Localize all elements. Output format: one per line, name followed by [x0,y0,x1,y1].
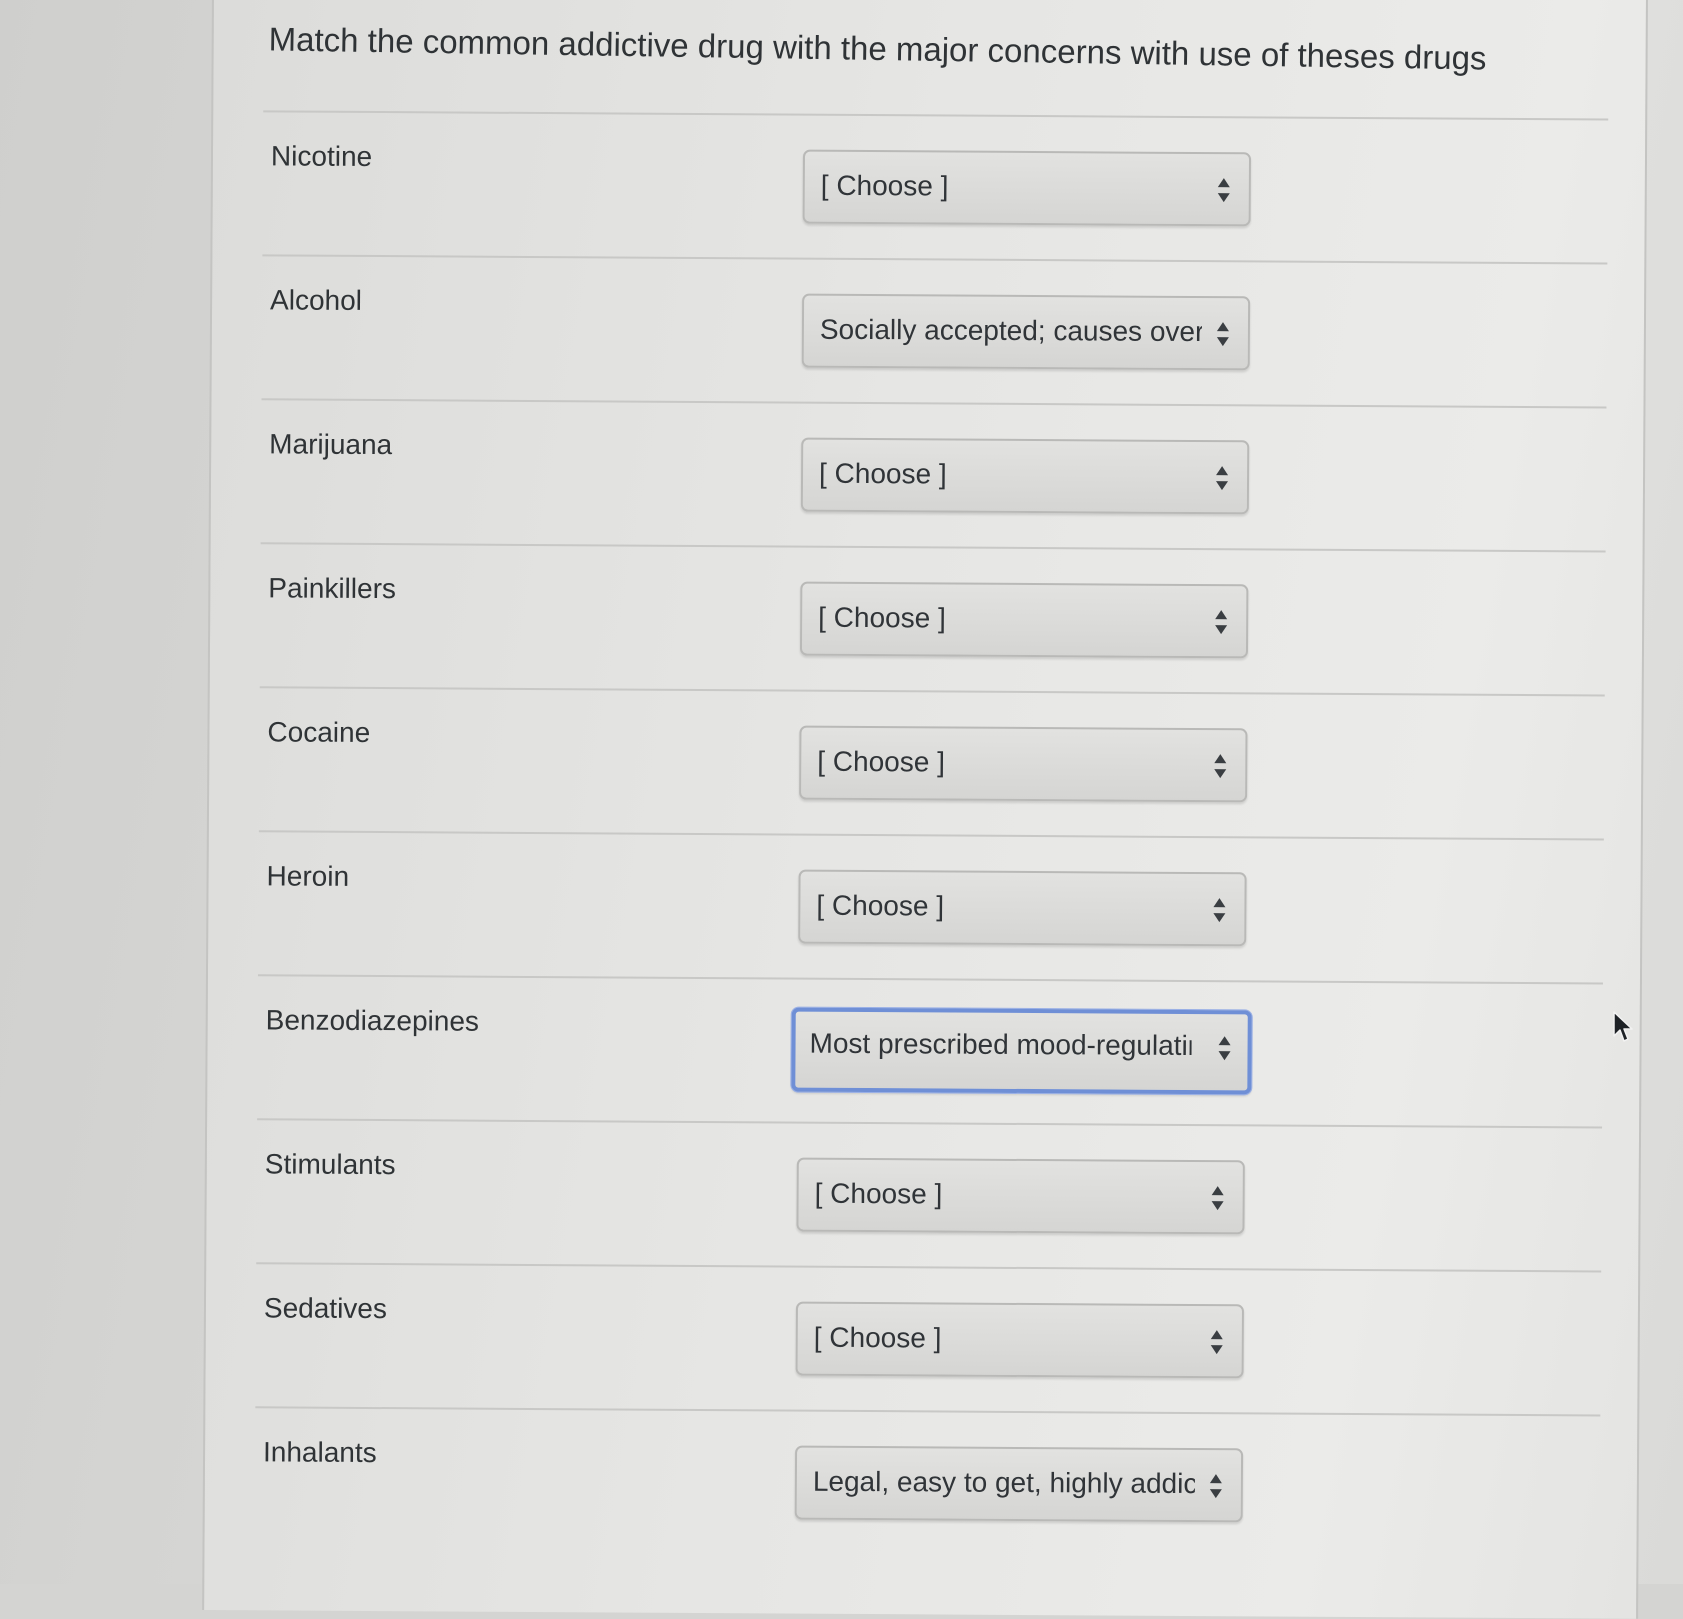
match-row-cocaine: Cocaine [ Choose ] [258,688,1605,841]
drug-label-heroin: Heroin [266,860,350,892]
select-value: [ Choose ] [818,457,947,490]
match-row-alcohol: Alcohol Socially accepted; causes overdo… [261,256,1607,409]
answer-select-benzodiazepines[interactable]: Most prescribed mood-regulating [791,1007,1252,1095]
up-down-chevron-icon [1212,896,1226,924]
answer-select-sedatives[interactable]: [ Choose ] [795,1301,1244,1379]
quiz-question-card: Match the common addictive drug with the… [202,0,1648,1619]
answer-select-cocaine[interactable]: [ Choose ] [799,725,1248,803]
match-row-painkillers: Painkillers [ Choose ] [259,544,1606,697]
drug-label-inhalants: Inhalants [262,1436,377,1469]
select-value: [ Choose ] [817,745,946,778]
drug-label-nicotine: Nicotine [270,140,373,172]
up-down-chevron-icon [1209,1472,1223,1500]
answer-select-alcohol[interactable]: Socially accepted; causes overdose [801,293,1251,371]
match-row-marijuana: Marijuana [ Choose ] [260,400,1607,553]
select-value: [ Choose ] [816,889,945,922]
answer-select-painkillers[interactable]: [ Choose ] [799,581,1249,659]
answer-select-marijuana[interactable]: [ Choose ] [800,437,1250,515]
select-value: [ Choose ] [818,601,946,634]
drug-label-painkillers: Painkillers [268,572,397,605]
match-row-stimulants: Stimulants [ Choose ] [256,1120,1602,1273]
match-row-sedatives: Sedatives [ Choose ] [255,1264,1601,1417]
select-value: [ Choose ] [820,169,949,202]
up-down-chevron-icon [1216,320,1230,348]
match-row-benzodiazepines: Benzodiazepines Most prescribed mood-reg… [257,976,1603,1129]
drug-label-cocaine: Cocaine [267,716,371,748]
up-down-chevron-icon [1213,752,1227,780]
up-down-chevron-icon [1210,1328,1224,1356]
up-down-chevron-icon [1215,464,1229,492]
answer-select-heroin[interactable]: [ Choose ] [798,869,1247,947]
drug-label-sedatives: Sedatives [263,1292,388,1325]
up-down-chevron-icon [1211,1184,1225,1212]
select-value: Legal, easy to get, highly addictive [812,1465,1195,1500]
select-value: Socially accepted; causes overdose [819,313,1203,348]
drug-label-alcohol: Alcohol [270,284,363,316]
select-value: Most prescribed mood-regulating [809,1027,1192,1062]
mouse-pointer-icon [1612,1010,1634,1049]
match-row-inhalants: Inhalants Legal, easy to get, highly add… [254,1408,1600,1560]
up-down-chevron-icon [1217,1034,1231,1062]
up-down-chevron-icon [1214,608,1228,636]
answer-select-inhalants[interactable]: Legal, easy to get, highly addictive [794,1445,1244,1523]
up-down-chevron-icon [1217,176,1231,204]
match-row-heroin: Heroin [ Choose ] [257,832,1604,985]
question-title: Match the common addictive drug with the… [268,20,1487,77]
select-value: [ Choose ] [814,1177,943,1210]
select-value: [ Choose ] [813,1321,942,1354]
match-row-nicotine: Nicotine [ Choose ] [262,112,1608,265]
drug-label-benzodiazepines: Benzodiazepines [265,1004,480,1037]
answer-select-stimulants[interactable]: [ Choose ] [796,1157,1245,1235]
drug-label-marijuana: Marijuana [269,428,393,461]
drug-label-stimulants: Stimulants [264,1148,396,1181]
answer-select-nicotine[interactable]: [ Choose ] [802,149,1252,227]
